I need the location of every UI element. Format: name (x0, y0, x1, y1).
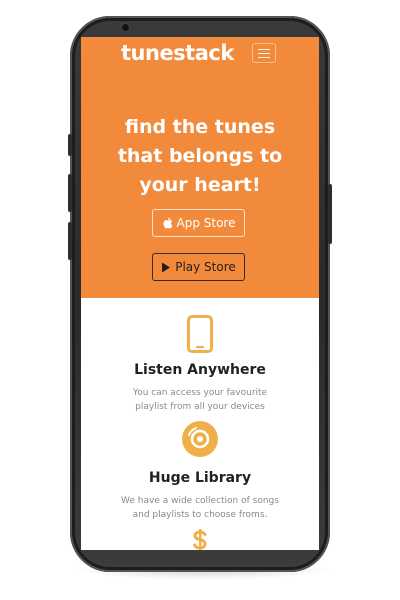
volume-up-button (68, 174, 72, 212)
feature-title: Listen Anywhere (134, 362, 266, 378)
mute-switch (68, 134, 72, 156)
power-button (328, 184, 332, 244)
hamburger-menu-icon[interactable] (252, 43, 276, 63)
play-store-button[interactable]: Play Store (152, 253, 245, 281)
phone-frame: tunestack find the tunes that belongs to… (68, 16, 332, 572)
front-camera (122, 24, 129, 31)
phone-screen: tunestack find the tunes that belongs to… (81, 37, 319, 550)
app-store-button[interactable]: App Store (152, 209, 245, 237)
music-disc-icon (81, 420, 319, 458)
feature-description: You can access your favourite playlist f… (81, 386, 319, 414)
app-store-label: App Store (176, 216, 236, 230)
headline-line: your heart! (139, 174, 261, 196)
feature-description: We have a wide collection of songs and p… (81, 494, 319, 522)
feature-description-line: You can access your favourite (132, 388, 268, 398)
feature-title: Huge Library (148, 470, 252, 486)
hero-section: tunestack find the tunes that belongs to… (81, 37, 319, 298)
headline-line: find the tunes (124, 116, 276, 138)
mobile-phone-icon (81, 315, 319, 353)
play-store-icon (162, 262, 171, 272)
volume-down-button (68, 222, 72, 260)
headline-line: that belongs to (117, 145, 283, 167)
feature-description-line: and playlists to choose froms. (132, 510, 268, 520)
dollar-icon (81, 529, 319, 550)
feature-description-line: We have a wide collection of songs (121, 496, 279, 506)
hero-headline: find the tunes that belongs to your hear… (81, 113, 319, 200)
apple-icon (162, 217, 172, 229)
device-mockup: tunestack find the tunes that belongs to… (0, 0, 400, 600)
play-store-label: Play Store (175, 260, 236, 274)
feature-description-line: playlist from all your devices (135, 402, 265, 412)
brand-logo[interactable]: tunestack (121, 41, 234, 65)
